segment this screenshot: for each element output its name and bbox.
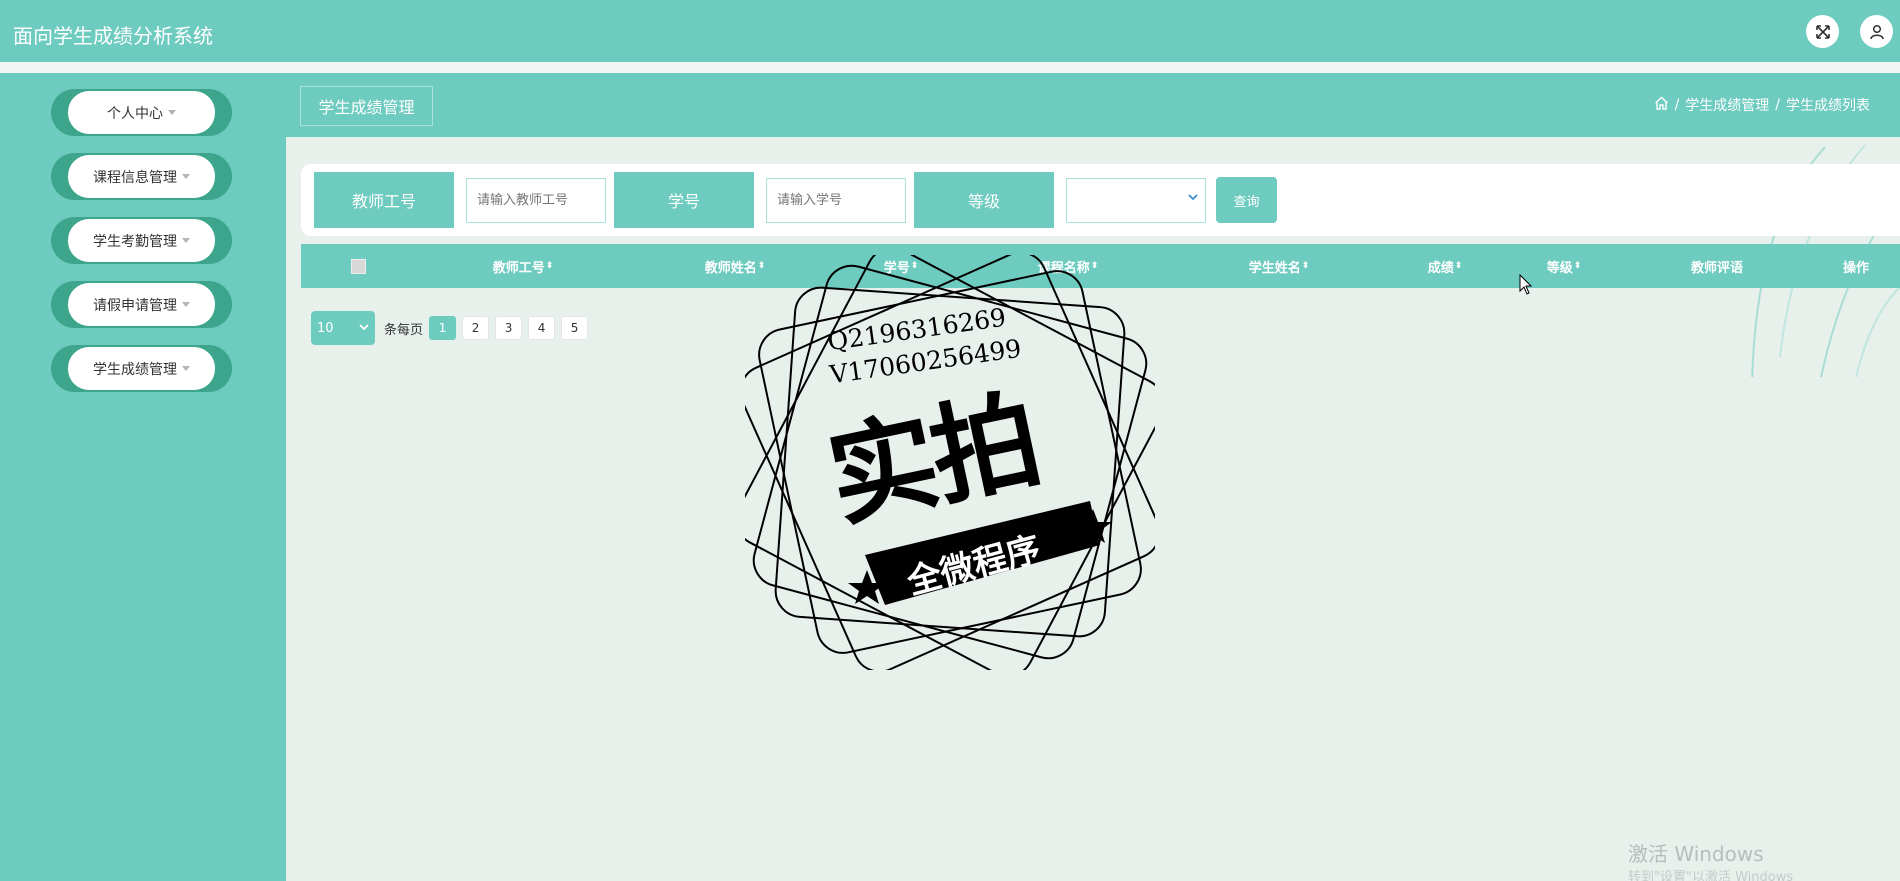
chevron-down-icon [359, 324, 369, 331]
sidebar-item-label: 请假申请管理 [93, 297, 177, 314]
sidebar-item-grades[interactable]: 学生成绩管理 [51, 345, 232, 392]
home-icon[interactable] [1654, 96, 1669, 114]
sidebar-item-leave-request[interactable]: 请假申请管理 [51, 281, 232, 328]
windows-activation-text: 激活 Windows [1628, 842, 1764, 866]
page-title-button[interactable]: 学生成绩管理 [300, 86, 433, 126]
sidebar-item-course-info[interactable]: 课程信息管理 [51, 153, 232, 200]
sidebar-item-label: 个人中心 [107, 105, 163, 122]
caret-down-icon [182, 174, 190, 179]
page-button[interactable]: 2 [462, 316, 490, 340]
column-header-student-name[interactable]: 学生姓名 ⬍ [1249, 244, 1310, 288]
student-id-label: 学号 [614, 172, 754, 228]
page-header-bar: 学生成绩管理 / 学生成绩管理 / 学生成绩列表 [286, 73, 1900, 137]
column-header-comment: 教师评语 [1690, 260, 1744, 276]
sidebar: 个人中心 课程信息管理 学生考勤管理 请假申请管理 学生成绩管理 [0, 73, 286, 881]
column-header-grade[interactable]: 等级 ⬍ [1547, 244, 1582, 288]
per-page-label: 条每页 [384, 322, 424, 338]
caret-down-icon [182, 238, 190, 243]
page-button[interactable]: 3 [495, 316, 523, 340]
grade-select[interactable] [1066, 178, 1206, 223]
mouse-cursor-icon [1519, 274, 1533, 295]
breadcrumb-separator: / [1775, 97, 1780, 113]
page-button[interactable]: 1 [429, 316, 457, 340]
breadcrumb: / 学生成绩管理 / 学生成绩列表 [1654, 95, 1870, 115]
search-panel: 教师工号 学号 等级 查询 [301, 164, 1900, 236]
sidebar-item-label: 课程信息管理 [93, 169, 177, 186]
breadcrumb-separator: / [1674, 97, 1680, 113]
windows-activation-subtext: 转到"设置"以激活 Windows [1628, 870, 1794, 881]
app-title: 面向学生成绩分析系统 [13, 24, 213, 48]
caret-down-icon [168, 110, 176, 115]
sort-icon[interactable]: ⬍ [1302, 261, 1310, 271]
watermark-stamp: Q2196316269 V17060256499 实拍 全微程序 [745, 255, 1155, 670]
pagination: 10 条每页 1 2 3 4 5 [311, 311, 589, 345]
sort-icon[interactable]: ⬍ [546, 261, 554, 271]
sidebar-item-attendance[interactable]: 学生考勤管理 [51, 217, 232, 264]
select-all-checkbox[interactable] [351, 259, 366, 274]
column-header-actions: 操作 [1842, 260, 1870, 276]
sidebar-item-personal-center[interactable]: 个人中心 [51, 89, 232, 136]
fullscreen-icon[interactable] [1806, 15, 1839, 48]
top-header: 面向学生成绩分析系统 [0, 0, 1900, 73]
header-divider [0, 62, 1900, 73]
query-button[interactable]: 查询 [1216, 177, 1277, 223]
sort-icon[interactable]: ⬍ [1574, 261, 1582, 271]
caret-down-icon [182, 302, 190, 307]
page-button[interactable]: 5 [561, 316, 589, 340]
sidebar-item-label: 学生考勤管理 [93, 233, 177, 250]
teacher-id-label: 教师工号 [314, 172, 454, 228]
user-icon[interactable] [1860, 15, 1893, 48]
column-header-teacher-id[interactable]: 教师工号 ⬍ [493, 244, 554, 288]
chevron-down-icon [1188, 194, 1198, 201]
grade-label: 等级 [914, 172, 1054, 228]
page-size-value: 10 [317, 320, 334, 336]
sort-icon[interactable]: ⬍ [1455, 261, 1463, 271]
caret-down-icon [182, 366, 190, 371]
sidebar-item-label: 学生成绩管理 [93, 361, 177, 378]
teacher-id-input[interactable] [466, 178, 606, 223]
breadcrumb-item[interactable]: 学生成绩管理 [1685, 95, 1769, 115]
page-size-select[interactable]: 10 [311, 311, 375, 345]
column-header-score[interactable]: 成绩 ⬍ [1428, 244, 1463, 288]
breadcrumb-item: 学生成绩列表 [1786, 98, 1870, 114]
student-id-input[interactable] [766, 178, 906, 223]
page-button[interactable]: 4 [528, 316, 556, 340]
